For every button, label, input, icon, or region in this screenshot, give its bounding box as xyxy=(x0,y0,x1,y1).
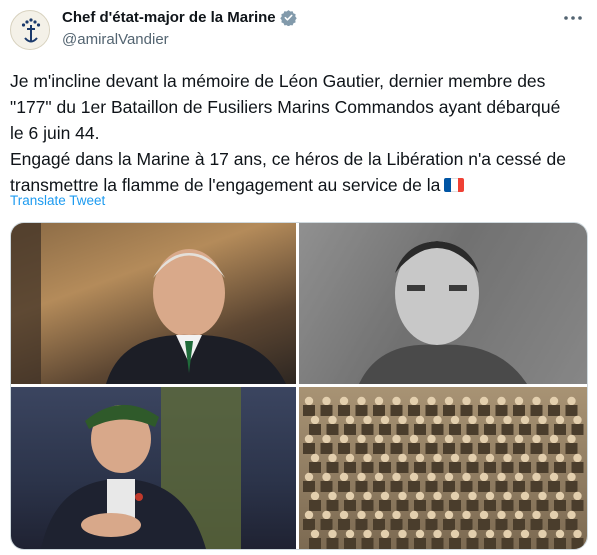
tweet-paragraph-1: Je m'incline devant la mémoire de Léon G… xyxy=(10,71,561,143)
avatar[interactable] xyxy=(10,10,50,50)
media-grid xyxy=(10,222,588,550)
commando-group-photo[interactable] xyxy=(299,387,587,549)
more-options-button[interactable] xyxy=(561,8,585,28)
display-name[interactable]: Chef d'état-major de la Marine xyxy=(62,9,276,26)
translate-tweet-link[interactable]: Translate Tweet xyxy=(10,193,105,208)
portrait-elderly-man-photo[interactable] xyxy=(11,223,296,384)
tweet-paragraph-2-text: Engagé dans la Marine à 17 ans, ce héros… xyxy=(10,149,566,195)
wartime-portrait-young-man-photo[interactable] xyxy=(299,223,587,384)
veteran-with-green-beret-photo[interactable] xyxy=(11,387,296,549)
tweet-paragraph-2: Engagé dans la Marine à 17 ans, ce héros… xyxy=(10,146,570,198)
handle[interactable]: @amiralVandier xyxy=(62,31,169,48)
france-flag-icon xyxy=(444,178,465,192)
verified-badge-icon xyxy=(279,10,297,26)
navy-emblem-icon xyxy=(12,12,49,49)
more-options-icon xyxy=(564,16,582,20)
tweet: Chef d'état-major de la Marine @amiralVa… xyxy=(0,0,597,555)
tweet-text: Je m'incline devant la mémoire de Léon G… xyxy=(10,68,570,198)
author-name-row: Chef d'état-major de la Marine xyxy=(62,9,297,26)
